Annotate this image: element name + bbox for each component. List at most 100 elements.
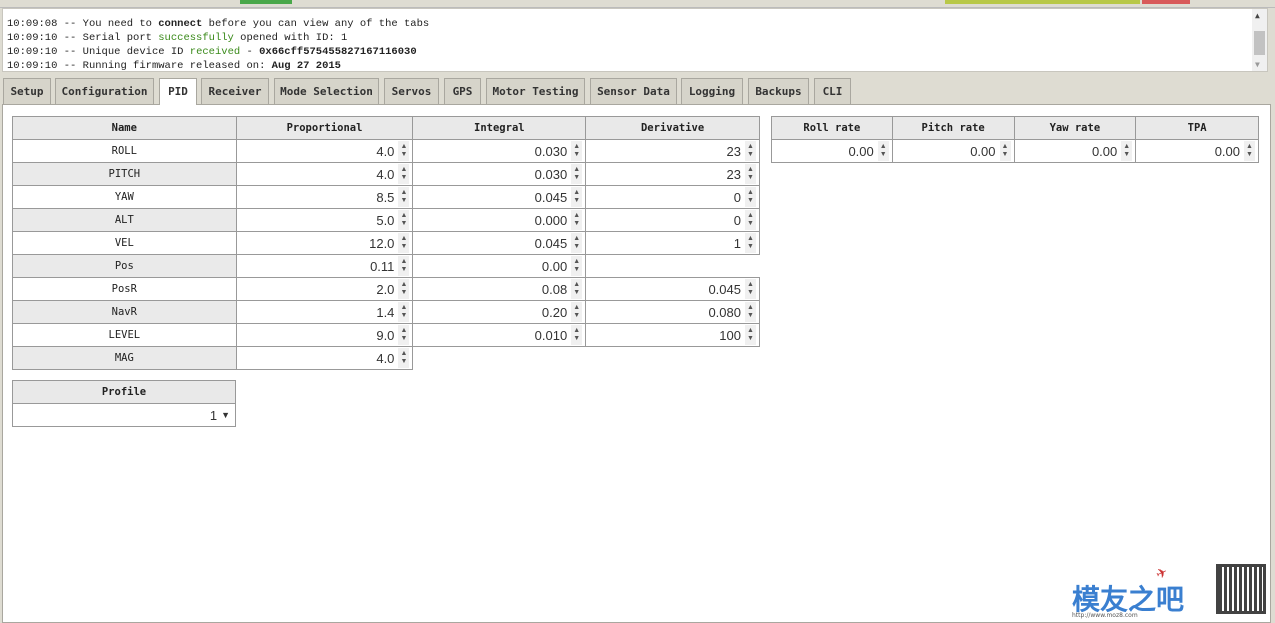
pos-integral-input[interactable]: 0.00 ▲ ▼ — [412, 254, 587, 278]
navr-proportional-input[interactable]: 1.4 ▲ ▼ — [235, 300, 414, 324]
tab-logging[interactable]: Logging — [681, 78, 743, 104]
pitch-integral-input[interactable]: 0.030 ▲ ▼ — [412, 162, 587, 186]
spinner-arrows-icon[interactable]: ▲ ▼ — [745, 164, 756, 184]
column-header: Yaw rate — [1013, 116, 1137, 140]
spinner-arrows-icon[interactable]: ▲ ▼ — [745, 141, 756, 161]
tab-motor-testing[interactable]: Motor Testing — [486, 78, 585, 104]
level-proportional-input[interactable]: 9.0 ▲ ▼ — [235, 323, 414, 347]
spinner-arrows-icon[interactable]: ▲ ▼ — [398, 164, 410, 184]
vel-derivative-input[interactable]: 1 ▲ ▼ — [585, 231, 760, 255]
yaw-integral-input[interactable]: 0.045 ▲ ▼ — [412, 185, 587, 209]
spinner-arrows-icon[interactable]: ▲ ▼ — [877, 141, 889, 161]
pid-name: ALT — [12, 208, 237, 232]
spinner-arrows-icon[interactable]: ▲ ▼ — [398, 256, 410, 276]
yaw-proportional-input[interactable]: 8.5 ▲ ▼ — [235, 185, 414, 209]
spinner-arrows-icon[interactable]: ▲ ▼ — [571, 210, 583, 230]
log-line: 10:09:10 -- Unique device ID received - … — [7, 45, 429, 59]
spinner-arrows-icon[interactable]: ▲ ▼ — [398, 279, 410, 299]
level-integral-input[interactable]: 0.010 ▲ ▼ — [412, 323, 587, 347]
top-status-strip — [0, 0, 1275, 8]
level-derivative-input[interactable]: 100 ▲ ▼ — [585, 323, 760, 347]
scroll-thumb[interactable] — [1254, 31, 1265, 55]
spinner-arrows-icon[interactable]: ▲ ▼ — [745, 302, 756, 322]
spinner-arrows-icon[interactable]: ▲ ▼ — [745, 279, 756, 299]
spinner-arrows-icon[interactable]: ▲ ▼ — [571, 325, 583, 345]
tab-gps[interactable]: GPS — [444, 78, 481, 104]
spinner-arrows-icon[interactable]: ▲ ▼ — [1244, 141, 1255, 161]
spinner-arrows-icon[interactable]: ▲ ▼ — [398, 233, 410, 253]
spinner-arrows-icon[interactable]: ▲ ▼ — [398, 302, 410, 322]
profile-select[interactable]: 1 ▼ — [12, 403, 236, 427]
mag-proportional-input[interactable]: 4.0 ▲ ▼ — [235, 346, 414, 370]
pitch-rate-input[interactable]: 0.00 ▲ ▼ — [891, 139, 1015, 163]
spinner-arrows-icon[interactable]: ▲ ▼ — [398, 325, 410, 345]
value: 5.0 — [376, 212, 395, 228]
column-header: Proportional — [235, 116, 414, 140]
alt-derivative-input[interactable]: 0 ▲ ▼ — [585, 208, 760, 232]
posr-integral-input[interactable]: 0.08 ▲ ▼ — [412, 277, 587, 301]
pitch-derivative-input[interactable]: 23 ▲ ▼ — [585, 162, 760, 186]
roll-integral-input[interactable]: 0.030 ▲ ▼ — [412, 139, 587, 163]
pid-name: NavR — [12, 300, 237, 324]
alt-integral-input[interactable]: 0.000 ▲ ▼ — [412, 208, 587, 232]
value: 1 — [733, 235, 741, 251]
vel-integral-input[interactable]: 0.045 ▲ ▼ — [412, 231, 587, 255]
value: 0.00 — [1214, 143, 1240, 159]
roll-rate-input[interactable]: 0.00 ▲ ▼ — [771, 139, 893, 163]
log-scrollbar[interactable]: ▲ ▼ — [1252, 9, 1267, 71]
spinner-arrows-icon[interactable]: ▲ ▼ — [745, 325, 756, 345]
yaw-rate-input[interactable]: 0.00 ▲ ▼ — [1013, 139, 1137, 163]
alt-proportional-input[interactable]: 5.0 ▲ ▼ — [235, 208, 414, 232]
log-text: opened with ID: 1 — [233, 32, 348, 44]
roll-derivative-input[interactable]: 23 ▲ ▼ — [585, 139, 760, 163]
navr-derivative-input[interactable]: 0.080 ▲ ▼ — [585, 300, 760, 324]
yaw-derivative-input[interactable]: 0 ▲ ▼ — [585, 185, 760, 209]
tab-sensor-data[interactable]: Sensor Data — [590, 78, 677, 104]
spinner-arrows-icon[interactable]: ▲ ▼ — [571, 187, 583, 207]
spinner-arrows-icon[interactable]: ▲ ▼ — [745, 187, 756, 207]
tab-cli[interactable]: CLI — [814, 78, 851, 104]
pid-name: MAG — [12, 346, 237, 370]
spinner-arrows-icon[interactable]: ▲ ▼ — [999, 141, 1011, 161]
log-text: -- Serial port — [63, 32, 159, 44]
spinner-arrows-icon[interactable]: ▲ ▼ — [745, 210, 756, 230]
spinner-arrows-icon[interactable]: ▲ ▼ — [398, 348, 410, 368]
spinner-arrows-icon[interactable]: ▲ ▼ — [745, 233, 756, 253]
spinner-arrows-icon[interactable]: ▲ ▼ — [398, 187, 410, 207]
spinner-arrows-icon[interactable]: ▲ ▼ — [571, 256, 583, 276]
log-text: before you can view any of the tabs — [202, 18, 430, 30]
spinner-arrows-icon[interactable]: ▲ ▼ — [398, 141, 410, 161]
value: 0.030 — [534, 143, 568, 159]
spinner-arrows-icon[interactable]: ▲ ▼ — [571, 302, 583, 322]
tab-mode-selection[interactable]: Mode Selection — [274, 78, 379, 104]
pid-row: VEL 12.0 ▲ ▼ 0.045 ▲ ▼ 1 ▲ ▼ — [12, 231, 760, 255]
pos-proportional-input[interactable]: 0.11 ▲ ▼ — [235, 254, 414, 278]
pitch-proportional-input[interactable]: 4.0 ▲ ▼ — [235, 162, 414, 186]
tab-servos[interactable]: Servos — [384, 78, 439, 104]
spinner-arrows-icon[interactable]: ▲ ▼ — [1121, 141, 1133, 161]
tpa-input[interactable]: 0.00 ▲ ▼ — [1135, 139, 1259, 163]
tab-backups[interactable]: Backups — [748, 78, 809, 104]
tab-receiver[interactable]: Receiver — [201, 78, 269, 104]
scroll-up-icon[interactable]: ▲ — [1255, 11, 1260, 20]
tab-setup[interactable]: Setup — [3, 78, 51, 104]
navr-integral-input[interactable]: 0.20 ▲ ▼ — [412, 300, 587, 324]
column-header: TPA — [1135, 116, 1259, 140]
value: 0.08 — [541, 281, 568, 297]
spinner-arrows-icon[interactable]: ▲ ▼ — [571, 141, 583, 161]
value: 0.00 — [970, 143, 996, 159]
spinner-arrows-icon[interactable]: ▲ ▼ — [398, 210, 410, 230]
spinner-arrows-icon[interactable]: ▲ ▼ — [571, 164, 583, 184]
value: 0.11 — [370, 258, 395, 274]
spinner-arrows-icon[interactable]: ▲ ▼ — [571, 279, 583, 299]
pid-row: NavR 1.4 ▲ ▼ 0.20 ▲ ▼ 0.080 ▲ ▼ — [12, 300, 760, 324]
scroll-down-icon[interactable]: ▼ — [1255, 60, 1260, 69]
roll-proportional-input[interactable]: 4.0 ▲ ▼ — [235, 139, 414, 163]
spinner-arrows-icon[interactable]: ▲ ▼ — [571, 233, 583, 253]
vel-proportional-input[interactable]: 12.0 ▲ ▼ — [235, 231, 414, 255]
tab-configuration[interactable]: Configuration — [55, 78, 154, 104]
log-text: received — [189, 46, 241, 58]
posr-proportional-input[interactable]: 2.0 ▲ ▼ — [235, 277, 414, 301]
posr-derivative-input[interactable]: 0.045 ▲ ▼ — [585, 277, 760, 301]
tab-pid[interactable]: PID — [159, 78, 197, 105]
